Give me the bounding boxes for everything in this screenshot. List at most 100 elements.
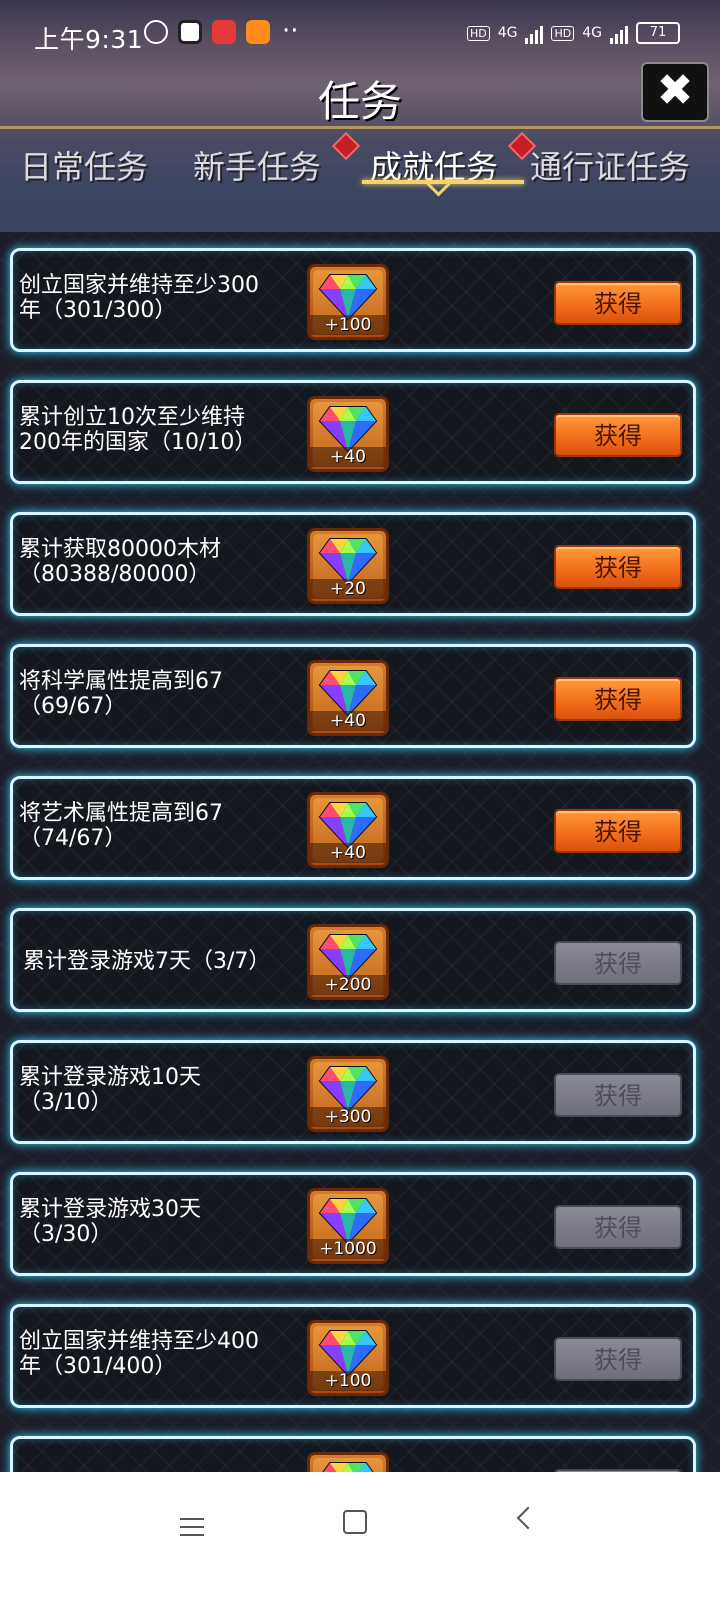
- gem-icon: [318, 535, 378, 585]
- tab-daily[interactable]: 日常任务: [20, 142, 148, 188]
- home-icon[interactable]: [343, 1510, 367, 1534]
- network-type: 4G: [497, 25, 518, 41]
- claim-button: 获得: [554, 1337, 682, 1381]
- hd-icon-2: HD: [551, 25, 575, 41]
- task-description: 累计登录游戏30天 （3/30）: [19, 1197, 299, 1247]
- task-list[interactable]: 创立国家并维持至少300 年（301/300） +100 获得 累计创立10次至…: [0, 232, 720, 1472]
- gem-icon: [318, 667, 378, 717]
- gem-icon: [318, 1063, 378, 1113]
- task-card: 将艺术属性提高到67 （74/67） +40 获得: [10, 776, 696, 880]
- tab-beginner[interactable]: 新手任务: [193, 142, 321, 188]
- close-button[interactable]: ✖: [641, 62, 709, 122]
- task-card: 创立国家并维持至少400 年（301/400） +100 获得: [10, 1304, 696, 1408]
- task-tabs: 日常任务 新手任务 成就任务 通行证任务: [0, 131, 720, 206]
- task-description-line1: 将科学属性提高到67: [19, 669, 223, 694]
- task-card: 累计登录游戏10天 （3/10） +300 获得: [10, 1040, 696, 1144]
- task-description-line2: （3/10）: [19, 1090, 113, 1115]
- task-card: 创立国家并维持至少500 获得: [10, 1436, 696, 1472]
- task-description-line1: 累计登录游戏10天: [19, 1065, 201, 1090]
- reward-box: +40: [307, 792, 389, 868]
- gem-icon: [318, 931, 378, 981]
- app-notification-icon: [178, 20, 202, 44]
- task-description-line1: 创立国家并维持至少300: [19, 273, 259, 298]
- signal-icon-2: [610, 22, 628, 44]
- notification-icons: [144, 20, 270, 44]
- task-description: 累计创立10次至少维持 200年的国家（10/10）: [19, 405, 299, 455]
- reward-box: +100: [307, 1320, 389, 1396]
- task-card: 创立国家并维持至少300 年（301/300） +100 获得: [10, 248, 696, 352]
- task-description-line1: 累计登录游戏7天（3/7）: [23, 949, 271, 974]
- title-divider: [0, 126, 720, 129]
- claim-button[interactable]: 获得: [554, 809, 682, 853]
- claim-button[interactable]: 获得: [554, 281, 682, 325]
- shopping-app-icon: [212, 20, 236, 44]
- gem-icon: [318, 403, 378, 453]
- reward-box: +1000: [307, 1188, 389, 1264]
- task-description: 累计登录游戏7天（3/7）: [23, 949, 303, 974]
- task-description: 将艺术属性提高到67 （74/67）: [19, 801, 299, 851]
- reward-box: +100: [307, 264, 389, 340]
- task-description-line2: 年（301/400）: [19, 1354, 177, 1379]
- network-type-2: 4G: [582, 25, 602, 41]
- reward-box: +200: [307, 924, 389, 1000]
- task-description: 累计获取80000木材 （80388/80000）: [19, 537, 299, 587]
- alarm-icon: [144, 20, 168, 44]
- task-description-line1: 创立国家并维持至少400: [19, 1329, 259, 1354]
- task-description: 创立国家并维持至少300 年（301/300）: [19, 273, 299, 323]
- claim-button: 获得: [554, 1205, 682, 1249]
- task-description-line2: （74/67）: [19, 826, 127, 851]
- more-notifications-icon: ··: [282, 16, 299, 46]
- claim-button[interactable]: 获得: [554, 413, 682, 457]
- task-card: 将科学属性提高到67 （69/67） +40 获得: [10, 644, 696, 748]
- gem-icon: [318, 1459, 378, 1472]
- reward-box: +40: [307, 660, 389, 736]
- status-time: 上午9:31: [34, 25, 144, 54]
- task-description: 将科学属性提高到67 （69/67）: [19, 669, 299, 719]
- page-title: 任务: [317, 77, 402, 126]
- reward-amount: +100: [310, 1371, 386, 1391]
- task-description-line1: 累计登录游戏30天: [19, 1197, 201, 1222]
- task-description-line2: （69/67）: [19, 694, 127, 719]
- reward-amount: +40: [310, 843, 386, 863]
- reward-box: +20: [307, 528, 389, 604]
- task-card: 累计创立10次至少维持 200年的国家（10/10） +40 获得: [10, 380, 696, 484]
- system-status: HD 4G HD 4G 71: [466, 22, 680, 44]
- hd-icon: HD: [466, 25, 490, 41]
- gem-icon: [318, 1195, 378, 1245]
- game-app-icon: [246, 20, 270, 44]
- notification-badge-beginner: [331, 131, 361, 161]
- claim-button: 获得: [554, 1073, 682, 1117]
- gem-icon: [318, 799, 378, 849]
- task-card: 累计登录游戏7天（3/7） +200 获得: [10, 908, 696, 1012]
- close-icon: ✖: [656, 65, 694, 116]
- menu-icon[interactable]: [180, 1512, 204, 1542]
- task-description-line1: 累计创立10次至少维持: [19, 405, 245, 430]
- reward-amount: +200: [310, 975, 386, 995]
- signal-icon: [525, 22, 544, 44]
- claim-button[interactable]: 获得: [554, 545, 682, 589]
- task-description-line2: 200年的国家（10/10）: [19, 430, 257, 455]
- tab-pass[interactable]: 通行证任务: [530, 142, 690, 188]
- gem-icon: [318, 1327, 378, 1377]
- battery-icon: 71: [636, 22, 680, 44]
- task-description-line2: （80388/80000）: [19, 562, 211, 587]
- task-description-line1: 累计获取80000木材: [19, 537, 221, 562]
- claim-button: 获得: [554, 941, 682, 985]
- system-navigation-bar: [0, 1472, 720, 1600]
- task-description: 累计登录游戏10天 （3/10）: [19, 1065, 299, 1115]
- reward-amount: +100: [310, 315, 386, 335]
- gem-icon: [318, 271, 378, 321]
- task-card: 累计获取80000木材 （80388/80000） +20 获得: [10, 512, 696, 616]
- task-description-line2: （3/30）: [19, 1222, 113, 1247]
- reward-amount: +40: [310, 711, 386, 731]
- reward-amount: +40: [310, 447, 386, 467]
- reward-amount: +1000: [310, 1239, 386, 1259]
- status-bar: 上午9:31 ·· HD 4G HD 4G 71: [0, 0, 720, 70]
- task-card: 累计登录游戏30天 （3/30） +1000 获得: [10, 1172, 696, 1276]
- task-description: 创立国家并维持至少400 年（301/400）: [19, 1329, 299, 1379]
- reward-box: +40: [307, 396, 389, 472]
- reward-amount: +300: [310, 1107, 386, 1127]
- reward-box: +300: [307, 1056, 389, 1132]
- back-icon[interactable]: [516, 1506, 540, 1530]
- claim-button[interactable]: 获得: [554, 677, 682, 721]
